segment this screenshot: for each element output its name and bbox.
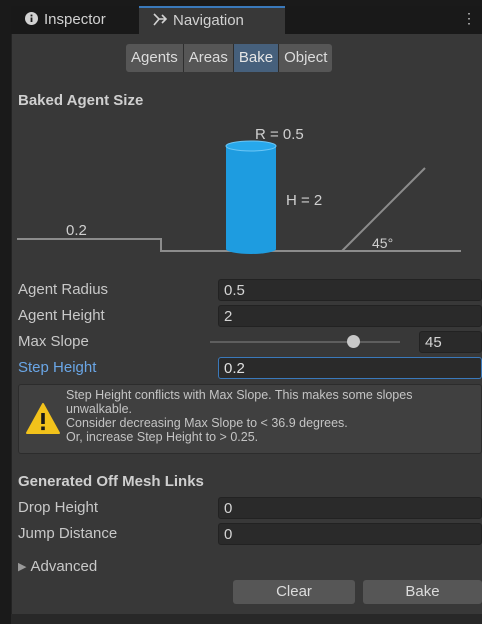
advanced-foldout[interactable]: ▶ Advanced — [18, 558, 97, 575]
chevron-right-icon: ▶ — [18, 561, 27, 573]
tab-bake[interactable]: Bake — [233, 44, 280, 72]
warning-line-2: unwalkable. — [66, 402, 133, 416]
tab-navigation-label: Navigation — [173, 12, 244, 29]
warning-icon — [25, 402, 61, 440]
tab-navigation[interactable]: Navigation — [139, 6, 285, 34]
max-slope-slider-knob[interactable] — [346, 335, 360, 348]
tab-inspector-label: Inspector — [44, 11, 106, 28]
warning-line-3: Consider decreasing Max Slope to < 36.9 … — [66, 416, 348, 430]
clear-button[interactable]: Clear — [233, 580, 355, 604]
bottom-bar — [11, 614, 482, 624]
tab-areas[interactable]: Areas — [183, 44, 234, 72]
warning-line-1: Step Height conflicts with Max Slope. Th… — [66, 388, 413, 402]
step-height-label: Step Height — [18, 359, 97, 376]
jump-distance-label: Jump Distance — [18, 525, 118, 542]
max-slope-field[interactable]: 45 — [419, 331, 482, 353]
info-icon — [25, 7, 38, 35]
agent-height-label: Agent Height — [18, 307, 105, 324]
tab-agents[interactable]: Agents — [126, 44, 184, 72]
tab-inspector[interactable]: Inspector — [11, 6, 139, 34]
warning-line-4: Or, increase Step Height to > 0.25. — [66, 430, 259, 444]
drop-height-label: Drop Height — [18, 499, 99, 516]
navigation-window: Inspector Navigation ⋮ Agents Areas Bake… — [0, 0, 482, 624]
warning-helpbox: Step Height conflicts with Max Slope. Th… — [18, 384, 482, 454]
navmesh-icon — [153, 9, 168, 35]
agent-height-field[interactable]: 2 — [218, 305, 482, 327]
bake-button[interactable]: Bake — [363, 580, 482, 604]
warning-message: Step Height conflicts with Max Slope. Th… — [66, 388, 478, 444]
agent-radius-field[interactable]: 0.5 — [218, 279, 482, 301]
baked-agent-size-title: Baked Agent Size — [18, 92, 144, 109]
radius-label: R = 0.5 — [255, 126, 304, 143]
agent-size-diagram: R = 0.5 H = 2 0.2 45° — [17, 126, 461, 254]
height-label: H = 2 — [286, 192, 322, 209]
advanced-label: Advanced — [30, 558, 98, 575]
offmesh-title: Generated Off Mesh Links — [18, 473, 204, 490]
jump-distance-field[interactable]: 0 — [218, 523, 482, 545]
navigation-panel: Agents Areas Bake Object Baked Agent Siz… — [11, 34, 482, 614]
tab-object[interactable]: Object — [279, 44, 333, 72]
step-label: 0.2 — [66, 222, 87, 239]
slope-label: 45° — [372, 235, 393, 251]
max-slope-label: Max Slope — [18, 333, 89, 350]
tab-bar: Inspector Navigation ⋮ — [11, 6, 482, 34]
drop-height-field[interactable]: 0 — [218, 497, 482, 519]
max-slope-slider-track[interactable] — [210, 341, 400, 343]
agent-radius-label: Agent Radius — [18, 281, 109, 298]
mode-tabs: Agents Areas Bake Object — [126, 44, 333, 72]
step-height-field[interactable]: 0.2 — [218, 357, 482, 379]
more-menu-icon[interactable]: ⋮ — [462, 10, 476, 27]
panel-left-border — [11, 34, 12, 624]
